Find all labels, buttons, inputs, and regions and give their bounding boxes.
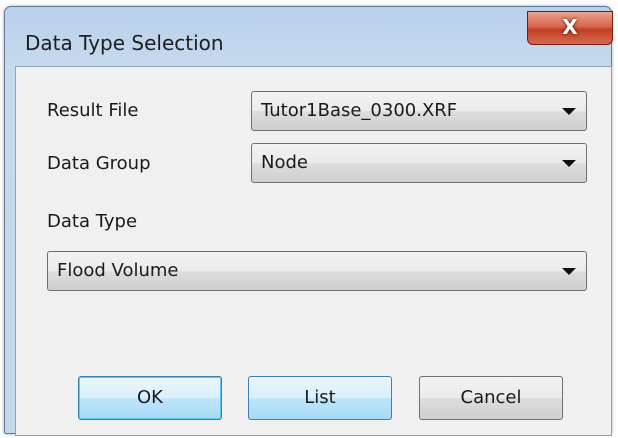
data-group-dropdown[interactable]: Node — [251, 143, 587, 183]
result-file-dropdown[interactable]: Tutor1Base_0300.XRF — [251, 91, 587, 131]
data-group-value: Node — [261, 152, 308, 173]
cancel-button[interactable]: Cancel — [419, 376, 563, 420]
close-button[interactable]: X — [527, 11, 613, 45]
data-group-label: Data Group — [47, 153, 151, 174]
data-type-label: Data Type — [47, 211, 138, 232]
result-file-value: Tutor1Base_0300.XRF — [261, 100, 458, 121]
result-file-label: Result File — [47, 100, 139, 121]
data-type-value: Flood Volume — [57, 260, 179, 281]
window-title: Data Type Selection — [25, 31, 224, 55]
chevron-down-icon — [562, 268, 576, 275]
ok-button[interactable]: OK — [78, 376, 222, 420]
chevron-down-icon — [562, 160, 576, 167]
chevron-down-icon — [562, 108, 576, 115]
data-type-dropdown[interactable]: Flood Volume — [47, 251, 587, 291]
list-button[interactable]: List — [248, 376, 392, 420]
dialog-body: Result File Tutor1Base_0300.XRF Data Gro… — [15, 66, 612, 436]
close-icon: X — [562, 15, 578, 39]
dialog-window: Data Type Selection X Result File Tutor1… — [4, 6, 613, 436]
